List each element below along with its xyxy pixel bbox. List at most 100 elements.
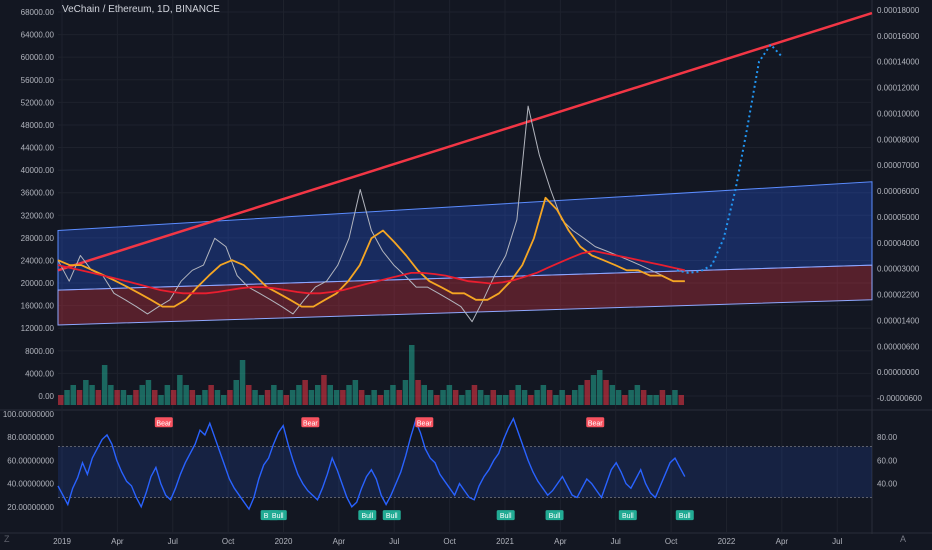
volume-bar: [145, 380, 152, 405]
volume-bar: [289, 390, 296, 405]
right-y-tick-label: 0.00002200: [877, 291, 920, 300]
osc-left-tick-label: 80.00000000: [7, 433, 54, 442]
volume-bar: [233, 380, 239, 405]
volume-bar: [565, 395, 572, 405]
volume-bar: [477, 390, 484, 405]
volume-bar: [446, 385, 453, 405]
volume-bar: [546, 390, 553, 405]
x-tick-label: Jul: [611, 537, 621, 546]
volume-bar: [440, 390, 446, 405]
signal-label: Bull: [679, 513, 691, 520]
volume-bar: [139, 385, 145, 405]
volume-bar: [578, 385, 584, 405]
volume-bar: [521, 390, 528, 405]
left-y-tick-label: 60000.00: [21, 53, 55, 62]
volume-bar: [315, 385, 321, 405]
volume-bar: [672, 390, 678, 405]
volume-bar: [114, 390, 120, 405]
volume-bar: [421, 385, 427, 405]
volume-bar: [152, 390, 158, 405]
left-y-tick-label: 64000.00: [21, 31, 55, 40]
right-y-tick-label: 0.00006000: [877, 187, 920, 196]
auto-scale-button[interactable]: A: [900, 534, 906, 544]
chart-title: VeChain / Ethereum, 1D, BINANCE: [62, 4, 220, 15]
left-y-tick-label: 16000.00: [21, 302, 55, 311]
right-y-tick-label: 0.00008000: [877, 135, 920, 144]
volume-bar: [95, 390, 102, 405]
x-tick-label: 2021: [496, 537, 514, 546]
volume-bar: [358, 390, 365, 405]
volume-bar: [58, 395, 64, 405]
right-y-tick-label: 0.00016000: [877, 32, 920, 41]
volume-bar: [340, 390, 346, 405]
volume-bar: [396, 390, 402, 405]
left-y-tick-label: 20000.00: [21, 279, 55, 288]
volume-bar: [302, 380, 308, 405]
volume-bar: [126, 395, 133, 405]
volume-bar: [540, 385, 547, 405]
osc-left-tick-label: 20.00000000: [7, 503, 54, 512]
volume-bar: [252, 390, 258, 405]
volume-bar: [120, 390, 127, 405]
right-y-tick-label: 0.00014000: [877, 58, 920, 67]
volume-bar: [640, 390, 647, 405]
x-tick-label: 2022: [718, 537, 736, 546]
left-y-tick-label: 36000.00: [21, 189, 55, 198]
volume-bar: [559, 390, 565, 405]
osc-right-tick-label: 40.00: [877, 480, 898, 489]
volume-bar: [108, 385, 114, 405]
volume-bar: [597, 370, 603, 405]
volume-bar: [308, 390, 315, 405]
right-y-tick-label: 0.00018000: [877, 6, 920, 15]
x-tick-label: Jul: [168, 537, 178, 546]
logo-icon: Z: [4, 534, 10, 544]
right-y-tick-label: 0.00004000: [877, 239, 920, 248]
signal-label: Bull: [272, 513, 284, 520]
volume-bar: [434, 395, 440, 405]
volume-bar: [659, 390, 666, 405]
volume-bar: [528, 395, 534, 405]
volume-bar: [377, 395, 384, 405]
signal-label: Bear: [417, 420, 432, 427]
volume-bar: [239, 360, 246, 405]
volume-bar: [572, 390, 578, 405]
volume-bar: [208, 385, 214, 405]
volume-bar: [534, 390, 540, 405]
left-y-tick-label: 4000.00: [25, 369, 54, 378]
x-tick-label: Jul: [832, 537, 842, 546]
volume-bar: [327, 385, 333, 405]
volume-bar: [83, 380, 89, 405]
volume-bar: [471, 385, 478, 405]
volume-bar: [452, 390, 459, 405]
volume-bar: [101, 365, 108, 405]
left-y-tick-label: 68000.00: [21, 8, 55, 17]
volume-bar: [484, 395, 490, 405]
volume-bar: [258, 395, 265, 405]
volume-bar: [371, 390, 377, 405]
volume-bar: [459, 395, 465, 405]
volume-bar: [89, 385, 95, 405]
left-y-tick-label: 48000.00: [21, 121, 55, 130]
volume-bar: [628, 390, 634, 405]
volume-bar: [503, 395, 509, 405]
volume-bar: [465, 390, 471, 405]
x-tick-label: Oct: [443, 537, 456, 546]
volume-bar: [271, 385, 277, 405]
right-y-tick-label: 0.00007000: [877, 161, 920, 170]
volume-bar: [666, 395, 672, 405]
volume-bar: [333, 390, 340, 405]
osc-right-tick-label: 60.00: [877, 456, 898, 465]
volume-bar: [427, 390, 434, 405]
volume-bar: [189, 390, 196, 405]
signal-label: Bear: [588, 420, 603, 427]
volume-bar: [553, 395, 559, 405]
volume-bar: [202, 390, 208, 405]
volume-bar: [634, 385, 641, 405]
volume-bar: [264, 390, 271, 405]
right-y-tick-label: 0.00000600: [877, 342, 920, 351]
x-tick-label: 2019: [53, 537, 71, 546]
volume-bar: [296, 385, 302, 405]
chart-canvas[interactable]: 2019 Apr Jul Oct 2020 Apr Jul Oct 2021 Apr Jul Oct 2…: [0, 0, 932, 550]
volume-bar: [409, 345, 415, 405]
left-y-tick-label: 28000.00: [21, 234, 55, 243]
